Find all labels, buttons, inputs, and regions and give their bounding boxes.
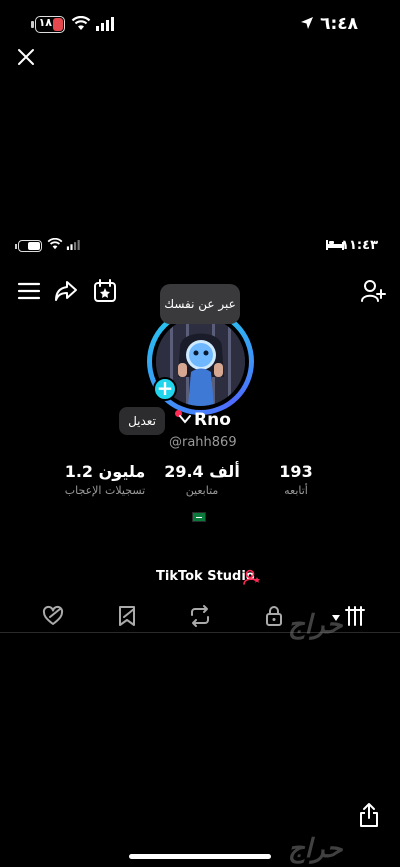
watermark-bottom: حراج — [288, 834, 343, 864]
add-friend-icon[interactable] — [360, 278, 386, 304]
inner-wifi-icon — [47, 238, 63, 250]
bookmark-icon[interactable] — [115, 604, 139, 628]
inner-signal-icon — [66, 240, 80, 250]
battery-nub — [31, 21, 34, 28]
inner-battery-nub — [15, 244, 17, 249]
sleep-bed-icon — [326, 240, 344, 250]
bio-tooltip[interactable]: عبر عن نفسك — [160, 284, 240, 324]
profile-handle: @rahh869 — [169, 435, 237, 450]
home-indicator[interactable] — [129, 854, 271, 859]
likes-label: تسجيلات الإعجاب — [64, 484, 146, 497]
calendar-star-icon[interactable] — [92, 278, 118, 304]
repost-icon[interactable] — [188, 604, 212, 628]
likes-count[interactable]: 1.2 مليون — [55, 462, 155, 481]
following-label: أتابعه — [284, 484, 308, 497]
creator-star-icon[interactable] — [243, 569, 261, 585]
add-story-button[interactable]: + — [153, 377, 177, 401]
edit-profile-button[interactable]: تعديل — [119, 407, 165, 435]
inner-status-time: ١١:٤٣ — [341, 238, 378, 253]
wifi-icon — [71, 16, 91, 30]
share-icon[interactable] — [53, 278, 79, 304]
chevron-down-icon[interactable] — [179, 414, 191, 424]
followers-label: متابعين — [185, 484, 219, 497]
location-arrow-icon — [301, 17, 313, 29]
battery-icon: ١٨ — [35, 16, 65, 33]
signal-icon — [96, 17, 114, 31]
followers-count[interactable]: 29.4 ألف — [157, 462, 247, 481]
liked-icon[interactable] — [41, 604, 65, 628]
grid-icon[interactable] — [343, 604, 367, 628]
following-count[interactable]: 193 — [268, 462, 324, 481]
share-export-icon[interactable] — [358, 802, 380, 828]
battery-level: ١٨ — [38, 16, 52, 29]
lock-icon[interactable] — [262, 604, 286, 628]
inner-battery-icon — [18, 240, 42, 252]
close-icon[interactable] — [14, 45, 38, 69]
menu-icon[interactable] — [16, 278, 42, 304]
status-time: ٦:٤٨ — [320, 14, 358, 34]
watermark-top: حراج — [288, 610, 343, 640]
saudi-flag-icon — [192, 512, 206, 522]
tiktok-studio-link[interactable]: TikTok Studio — [156, 569, 255, 584]
profile-name[interactable]: Rno — [194, 410, 231, 430]
